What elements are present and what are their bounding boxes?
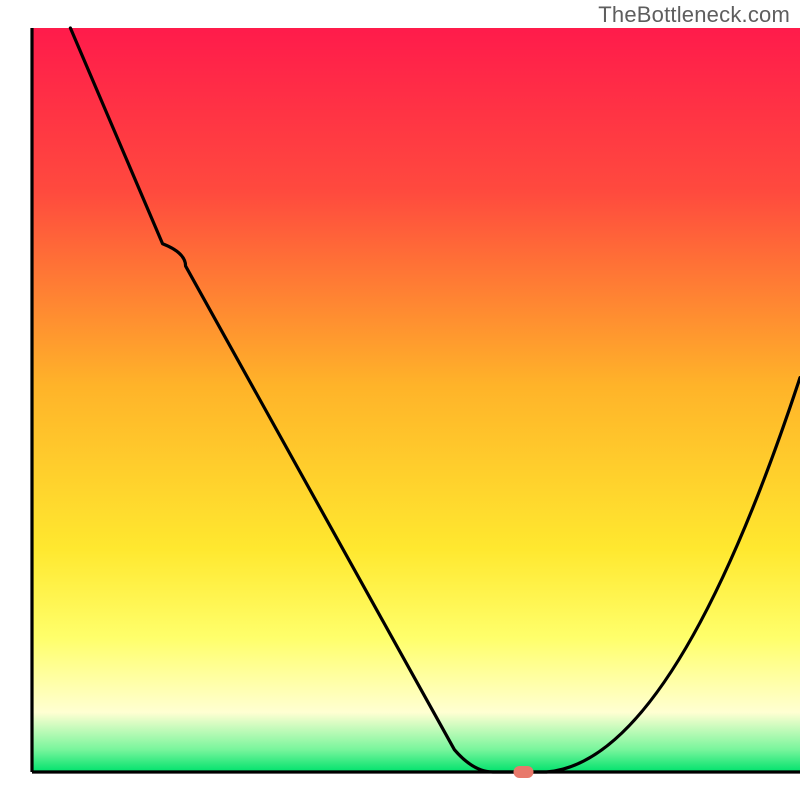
optimal-marker: [514, 766, 534, 778]
bottleneck-chart: [0, 0, 800, 800]
watermark-text: TheBottleneck.com: [598, 2, 790, 28]
plot-background: [32, 28, 800, 772]
